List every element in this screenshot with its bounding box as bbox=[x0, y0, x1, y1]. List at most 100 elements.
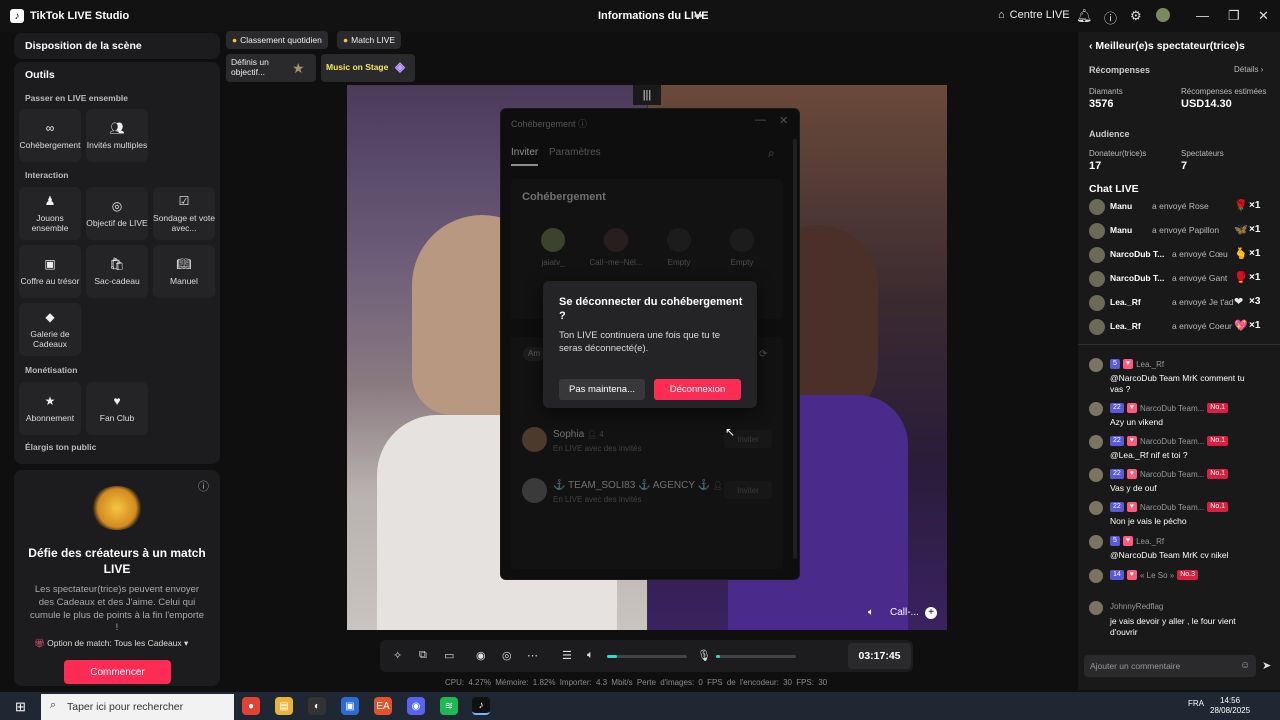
avatar[interactable] bbox=[1089, 535, 1103, 549]
layout-icon[interactable]: ⧉ bbox=[419, 649, 427, 662]
help-icon[interactable]: ⓘ bbox=[198, 478, 209, 494]
ea-icon[interactable]: EA bbox=[374, 697, 392, 715]
match-option-select[interactable]: 🎁︎ Option de match: Tous les Cadeaux ▾ bbox=[34, 638, 188, 649]
tool-fan-club[interactable]: ♥ Fan Club bbox=[86, 382, 148, 435]
bell-icon[interactable]: 🔔︎ bbox=[1076, 8, 1093, 24]
fan-badge-icon: ♥ bbox=[1122, 536, 1134, 546]
minimize-icon[interactable]: — bbox=[1196, 8, 1209, 23]
record-icon[interactable]: ◉ bbox=[476, 649, 486, 662]
tiktok-studio-icon[interactable]: ♪ bbox=[472, 697, 490, 715]
match-live-chip[interactable]: ● Match LIVE bbox=[337, 31, 402, 49]
target-icon: ◎ bbox=[111, 199, 123, 214]
daily-ranking-chip[interactable]: ● Classement quotidien bbox=[226, 31, 328, 49]
live-info-title[interactable]: Informations du LIVE bbox=[598, 10, 709, 22]
add-icon[interactable]: + bbox=[925, 607, 937, 619]
windows-start-icon[interactable]: ⊞ bbox=[15, 699, 26, 715]
promo-description: Les spectateur(trice)s peuvent envoyer d… bbox=[30, 584, 204, 634]
microphone-icon[interactable]: 🎙︎ bbox=[697, 649, 711, 662]
goal-chip[interactable]: Définis un objectif... ★ bbox=[226, 54, 316, 82]
avatar[interactable] bbox=[1089, 468, 1103, 482]
message-text: Vas y de ouf bbox=[1110, 483, 1157, 493]
mute-icon[interactable]: 🔈︎ bbox=[868, 607, 874, 618]
avatar bbox=[1089, 247, 1105, 263]
chat-username[interactable]: Lea._Rf bbox=[1136, 360, 1164, 369]
tool-live-goal[interactable]: ◎ Objectif de LIVE bbox=[86, 187, 148, 240]
camera-icon[interactable]: ◎ bbox=[502, 649, 512, 662]
layout-handle-icon[interactable]: ||| bbox=[633, 85, 661, 105]
speaker-icon[interactable]: 🔈︎ bbox=[587, 649, 594, 662]
disconnect-button[interactable]: Déconnexion bbox=[654, 379, 741, 400]
avatar[interactable] bbox=[1089, 435, 1103, 449]
level-badge: 22 bbox=[1110, 502, 1124, 512]
chat-username[interactable]: « Le So » bbox=[1140, 571, 1174, 580]
folder-icon[interactable]: ▤ bbox=[275, 697, 293, 715]
share-icon[interactable]: ➦ bbox=[694, 9, 703, 22]
maximize-icon[interactable]: ❐ bbox=[1228, 8, 1240, 24]
screen-icon[interactable]: ▭ bbox=[444, 649, 454, 662]
clock[interactable]: 14:56 28/08/2025 bbox=[1210, 696, 1250, 717]
message-text: Non je vais le pécho bbox=[1110, 516, 1187, 526]
chrome-icon[interactable]: ● bbox=[242, 697, 260, 715]
store-icon[interactable]: ▣ bbox=[341, 697, 359, 715]
chat-username[interactable]: NarcoDub Team... bbox=[1140, 437, 1204, 446]
taskbar-search[interactable]: Taper ici pour rechercher bbox=[41, 694, 234, 720]
avatar[interactable] bbox=[1156, 8, 1170, 22]
tool-play-together[interactable]: ♟ Jouons ensemble bbox=[19, 187, 81, 240]
settings-sliders-icon[interactable]: ☰ bbox=[562, 649, 572, 662]
start-match-button[interactable]: Commencer bbox=[64, 660, 171, 684]
tool-poll[interactable]: ☑ Sondage et vote avec... bbox=[153, 187, 215, 240]
spotify-icon[interactable]: ≋ bbox=[440, 697, 458, 715]
message-header: JohnnyRedflag bbox=[1110, 602, 1163, 611]
effects-icon[interactable]: ✧ bbox=[393, 649, 402, 662]
help-icon[interactable]: ⓘ bbox=[1104, 8, 1117, 27]
tool-gift-gallery[interactable]: ◆ Galerie de Cadeaux bbox=[19, 303, 81, 356]
tool-treasure-chest[interactable]: ▣ Coffre au trésor bbox=[19, 245, 81, 298]
gift-text: a envoyé Rose bbox=[1152, 201, 1209, 211]
star-icon: ★ bbox=[44, 394, 56, 409]
close-icon[interactable]: ✕ bbox=[1258, 8, 1269, 24]
avatar bbox=[1089, 223, 1105, 239]
tool-subscription[interactable]: ★ Abonnement bbox=[19, 382, 81, 435]
obs-icon[interactable]: ◐ bbox=[308, 697, 326, 715]
more-icon[interactable]: ⋯ bbox=[527, 649, 538, 662]
tool-gift-bag[interactable]: 🛍︎ Sac-cadeau bbox=[86, 245, 148, 298]
top-viewers-header[interactable]: ‹ Meilleur(e)s spectateur(trice)s bbox=[1089, 40, 1245, 52]
match-illustration bbox=[90, 486, 144, 530]
language-indicator[interactable]: FRA bbox=[1188, 699, 1204, 708]
details-link[interactable]: Détails › bbox=[1234, 65, 1263, 74]
chat-username[interactable]: JohnnyRedflag bbox=[1110, 602, 1163, 611]
gift-text: a envoyé Gant bbox=[1172, 273, 1228, 283]
avatar[interactable] bbox=[1089, 358, 1103, 372]
comment-input[interactable]: Ajouter un commentaire bbox=[1084, 655, 1256, 677]
emoji-icon[interactable]: ☺ bbox=[1240, 660, 1250, 671]
chat-username[interactable]: NarcoDub Team... bbox=[1140, 503, 1204, 512]
tool-multi-guest[interactable]: 👥︎ Invités multiples bbox=[86, 109, 148, 162]
mouse-cursor-icon: ↖ bbox=[725, 425, 736, 439]
search-icon: ⌕ bbox=[50, 699, 57, 711]
gear-icon[interactable]: ⚙ bbox=[1130, 8, 1142, 24]
music-on-stage-chip[interactable]: Music on Stage ◈ bbox=[321, 54, 415, 82]
mic-slider[interactable] bbox=[716, 655, 796, 658]
centre-live-button[interactable]: ⌂ Centre LIVE bbox=[998, 9, 1070, 21]
message-text: @NarcoDub Team MrK comment tu vas ? bbox=[1110, 373, 1245, 395]
avatar[interactable] bbox=[1089, 601, 1103, 615]
tool-cohost[interactable]: ∞ Cohébergement bbox=[19, 109, 81, 162]
gift-icon: ❤ bbox=[1234, 296, 1244, 308]
send-icon[interactable]: ➤ bbox=[1262, 659, 1271, 672]
app-title: TikTok LIVE Studio bbox=[30, 10, 130, 22]
avatar[interactable] bbox=[1089, 402, 1103, 416]
avatar[interactable] bbox=[1089, 569, 1103, 583]
donors-value: 17 bbox=[1089, 160, 1102, 172]
message-header: 22 ♥ NarcoDub Team... No.1 bbox=[1110, 469, 1229, 479]
tool-manual[interactable]: 📖︎ Manuel bbox=[153, 245, 215, 298]
chat-username[interactable]: NarcoDub Team... bbox=[1140, 404, 1204, 413]
scene-layout-title[interactable]: Disposition de la scène bbox=[25, 40, 142, 52]
not-now-button[interactable]: Pas maintena... bbox=[559, 379, 645, 400]
message-header: 22 ♥ NarcoDub Team... No.1 bbox=[1110, 436, 1229, 446]
avatar[interactable] bbox=[1089, 501, 1103, 515]
gift-count: ×1 bbox=[1249, 320, 1261, 331]
chat-username[interactable]: NarcoDub Team... bbox=[1140, 470, 1204, 479]
discord-icon[interactable]: ◉ bbox=[407, 697, 425, 715]
volume-slider[interactable] bbox=[607, 655, 687, 658]
chat-username[interactable]: Lea._Rf bbox=[1136, 537, 1164, 546]
